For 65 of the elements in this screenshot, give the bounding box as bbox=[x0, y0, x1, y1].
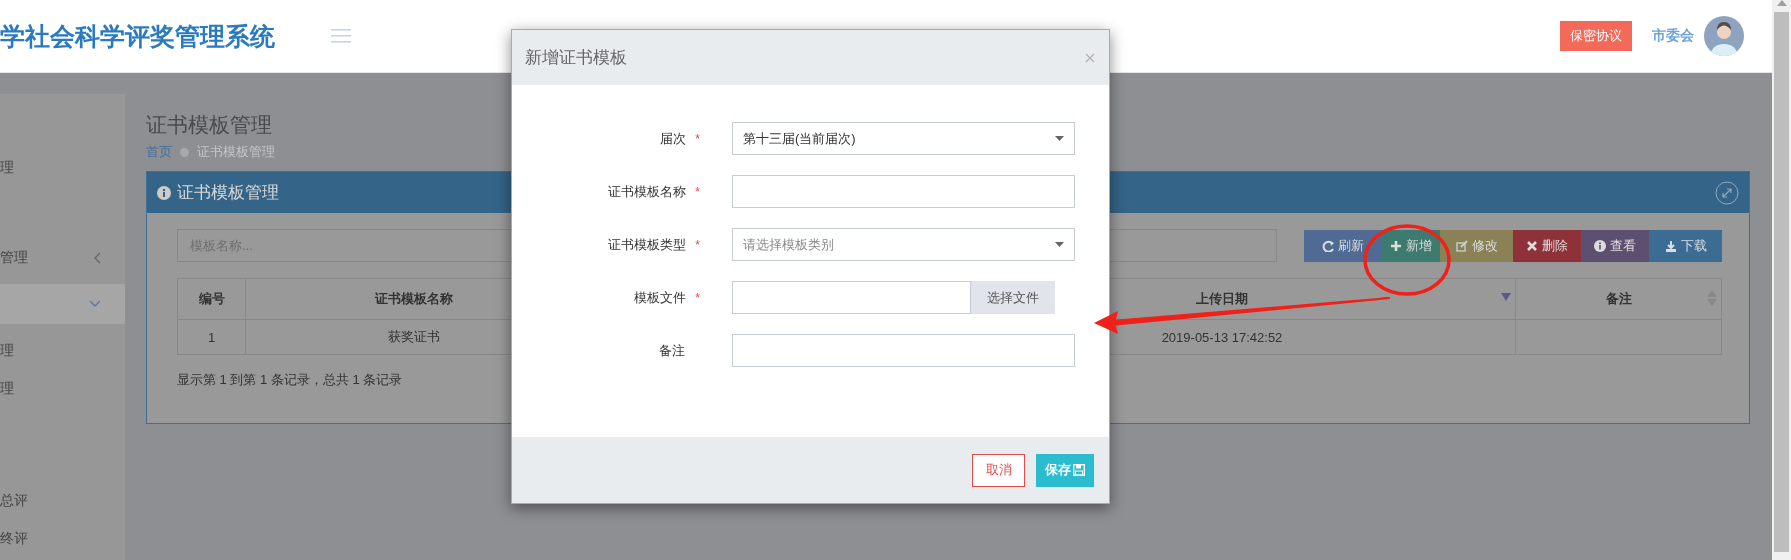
cross-icon bbox=[1526, 239, 1538, 252]
sidebar-item[interactable]: 理 bbox=[0, 369, 125, 409]
sidebar-item-label: 理 bbox=[0, 342, 14, 360]
dialog-title: 新增证书模板 bbox=[525, 47, 627, 69]
dropdown-field[interactable]: 第十三届(当前届次) bbox=[732, 122, 1075, 155]
required-mark: * bbox=[695, 131, 700, 146]
page-title: 证书模板管理 bbox=[146, 112, 272, 138]
pagination-info: 显示第 1 到第 1 条记录，总共 1 条记录 bbox=[177, 371, 403, 389]
column-header[interactable]: 编号 bbox=[177, 278, 246, 320]
input-field[interactable] bbox=[732, 334, 1075, 367]
menu-icon[interactable] bbox=[331, 29, 351, 43]
sidebar-item[interactable]: 总评 bbox=[0, 481, 125, 521]
required-mark: * bbox=[695, 184, 700, 199]
chevron-down-icon[interactable] bbox=[89, 300, 101, 308]
cancel-button[interactable]: 取消 bbox=[972, 453, 1025, 487]
field-label: 模板文件 bbox=[634, 288, 687, 307]
user-name[interactable]: 市委会 bbox=[1652, 27, 1694, 45]
close-icon[interactable] bbox=[1085, 52, 1095, 63]
scrollbar-thumb[interactable] bbox=[1774, 12, 1789, 552]
sidebar-item[interactable]: 理 bbox=[0, 148, 125, 188]
table-cell: 1 bbox=[177, 319, 246, 355]
info-icon bbox=[157, 185, 171, 200]
field-label: 证书模板类型 bbox=[608, 235, 687, 254]
required-mark: * bbox=[695, 290, 700, 305]
column-header[interactable]: 备注 bbox=[1515, 278, 1722, 320]
sidebar-item-label: 终评 bbox=[0, 530, 28, 548]
avatar-icon[interactable] bbox=[1704, 16, 1744, 56]
download-icon bbox=[1664, 239, 1677, 252]
sidebar-item-label: 理 bbox=[0, 159, 14, 177]
panel-title: 证书模板管理 bbox=[177, 182, 279, 204]
sidebar-item[interactable]: 终评 bbox=[0, 519, 125, 559]
sidebar-item[interactable] bbox=[0, 284, 125, 324]
add-button[interactable]: 新增 bbox=[1381, 229, 1440, 262]
sort-descending-icon[interactable] bbox=[1501, 293, 1511, 301]
sidebar-item-label: 总评 bbox=[0, 492, 28, 510]
caret-icon bbox=[1055, 242, 1064, 247]
refresh-icon bbox=[1321, 239, 1334, 252]
pencil-square-icon bbox=[1455, 239, 1468, 252]
expand-icon[interactable] bbox=[1715, 180, 1739, 205]
plus-icon bbox=[1389, 239, 1402, 252]
edit-button[interactable]: 修改 bbox=[1440, 229, 1513, 262]
field-label: 届次 bbox=[660, 129, 687, 148]
info-icon bbox=[1594, 239, 1606, 252]
refresh-button[interactable]: 刷新 bbox=[1304, 229, 1381, 262]
caret-icon bbox=[1055, 136, 1064, 141]
scroll-up-icon[interactable] bbox=[1776, 0, 1787, 6]
save-button[interactable]: 保存 bbox=[1036, 453, 1094, 487]
delete-button[interactable]: 删除 bbox=[1513, 229, 1581, 262]
breadcrumb-separator-icon bbox=[180, 147, 189, 157]
dropdown-field[interactable]: 请选择模板类别 bbox=[732, 228, 1075, 261]
chevron-left-icon[interactable] bbox=[93, 252, 101, 264]
field-label: 证书模板名称 bbox=[608, 182, 687, 201]
system-title: 学社会科学评奖管理系统 bbox=[0, 20, 275, 52]
sidebar-item-label: 管理 bbox=[0, 249, 28, 267]
sidebar-item-label: 理 bbox=[0, 380, 14, 398]
required-mark: * bbox=[695, 237, 700, 252]
choose-file-button[interactable]: 选择文件 bbox=[971, 281, 1055, 314]
field-label: 备注 bbox=[659, 341, 685, 360]
input-field[interactable] bbox=[732, 175, 1075, 208]
sidebar-item[interactable]: 理 bbox=[0, 331, 125, 371]
agreement-button[interactable]: 保密协议 bbox=[1560, 21, 1632, 51]
download-button[interactable]: 下载 bbox=[1649, 229, 1722, 262]
view-button[interactable]: 查看 bbox=[1581, 229, 1649, 262]
sidebar-item[interactable]: 管理 bbox=[0, 238, 125, 278]
file-path-field[interactable] bbox=[732, 281, 971, 314]
